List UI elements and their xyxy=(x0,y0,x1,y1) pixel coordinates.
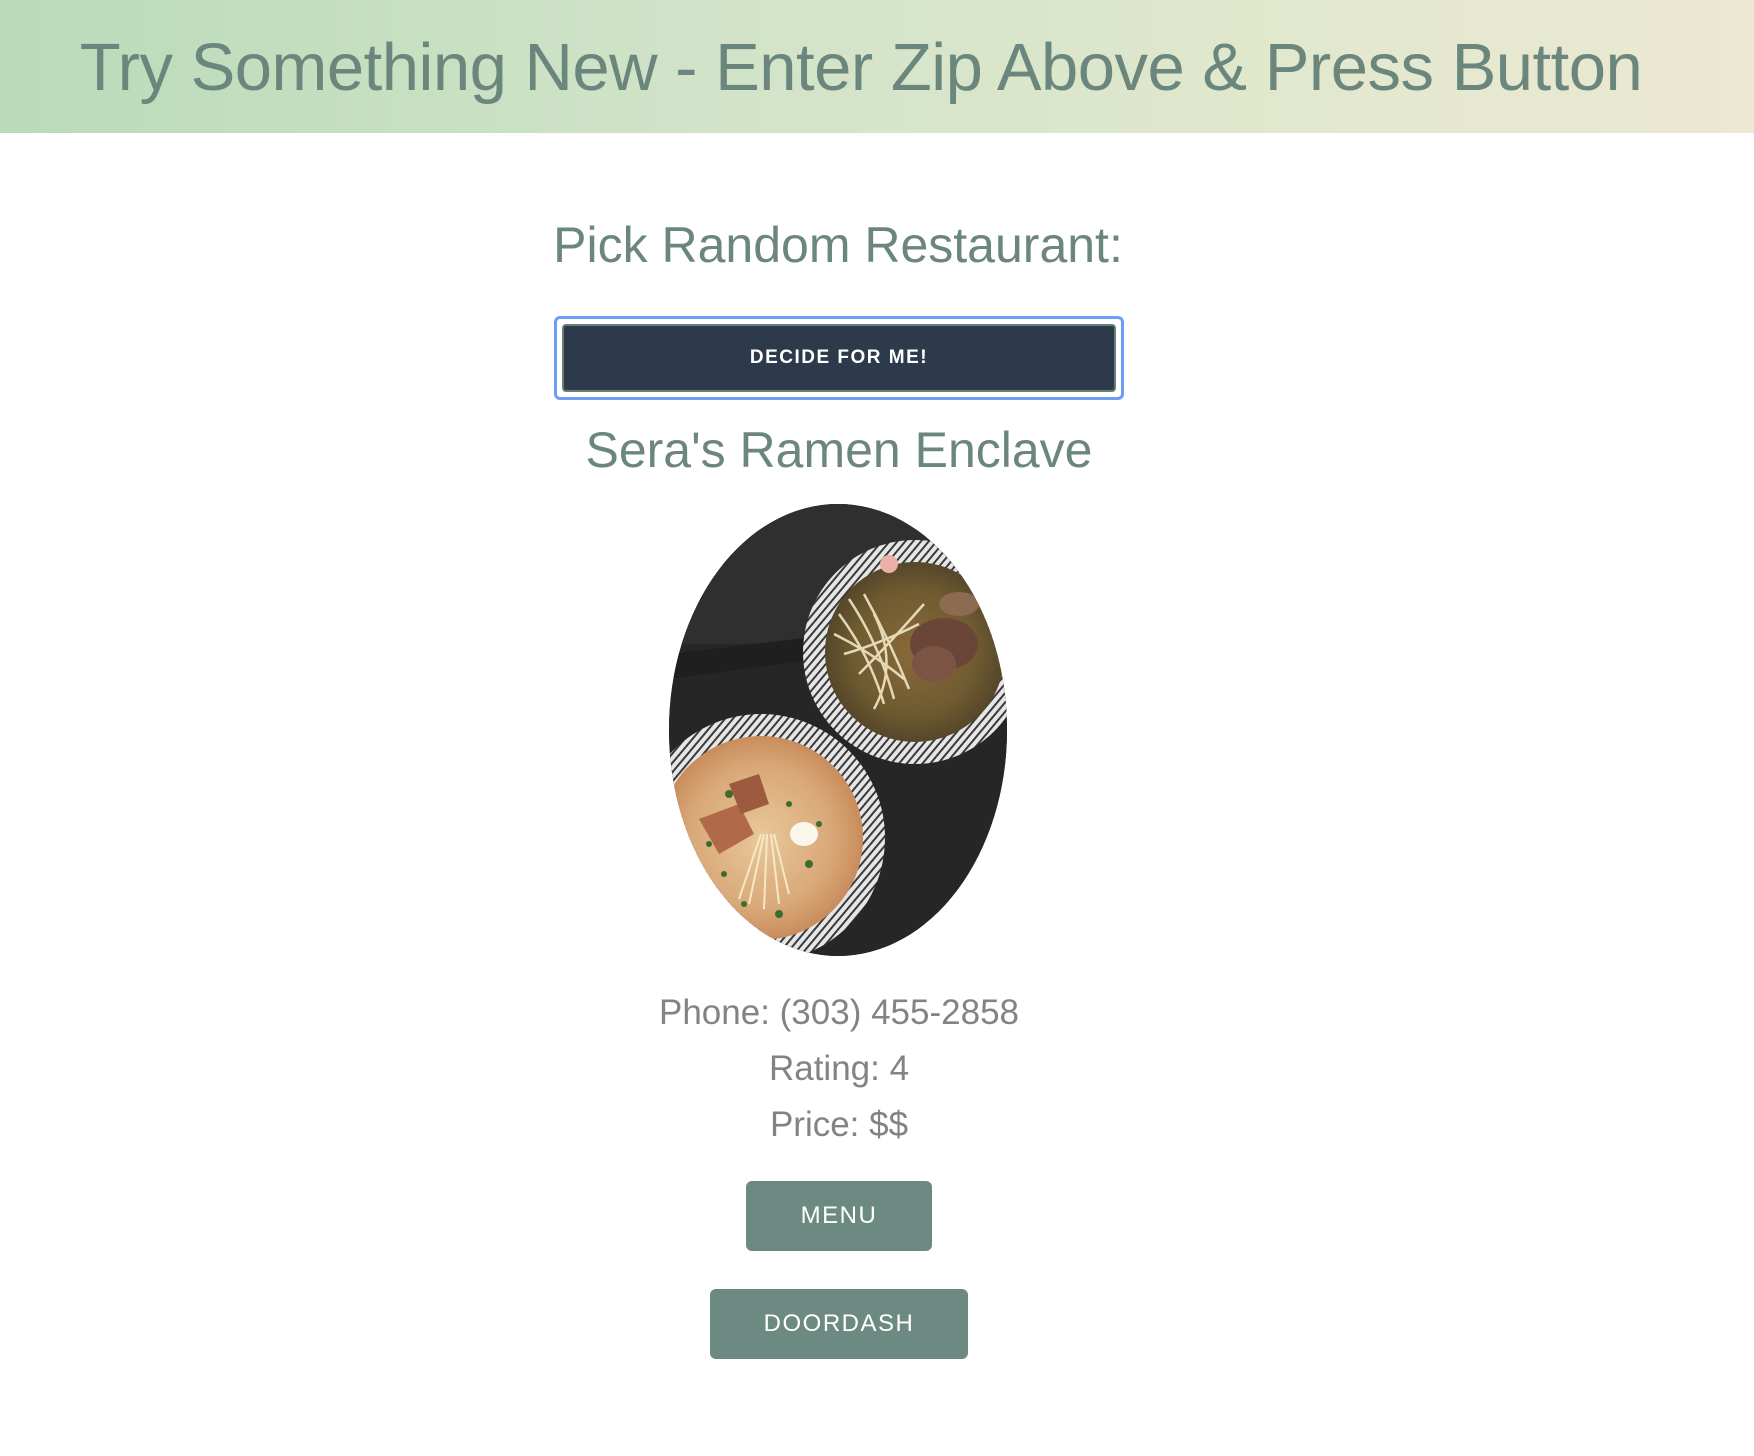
restaurant-name: Sera's Ramen Enclave xyxy=(585,422,1093,478)
doordash-button[interactable]: DOORDASH xyxy=(710,1289,968,1359)
menu-button[interactable]: MENU xyxy=(746,1181,932,1251)
restaurant-photo xyxy=(669,504,1007,956)
header-banner: Try Something New - Enter Zip Above & Pr… xyxy=(0,0,1754,133)
restaurant-rating: Rating: 4 xyxy=(768,1049,910,1088)
restaurant-phone: Phone: (303) 455-2858 xyxy=(659,993,1019,1032)
decide-for-me-label: DECIDE FOR ME! xyxy=(562,324,1116,392)
ramen-bowls-image xyxy=(669,504,1007,956)
banner-title: Try Something New - Enter Zip Above & Pr… xyxy=(79,30,1643,105)
decide-for-me-button[interactable]: DECIDE FOR ME! xyxy=(554,316,1124,400)
pick-random-heading: Pick Random Restaurant: xyxy=(553,217,1123,273)
restaurant-price: Price: $$ xyxy=(769,1105,909,1144)
